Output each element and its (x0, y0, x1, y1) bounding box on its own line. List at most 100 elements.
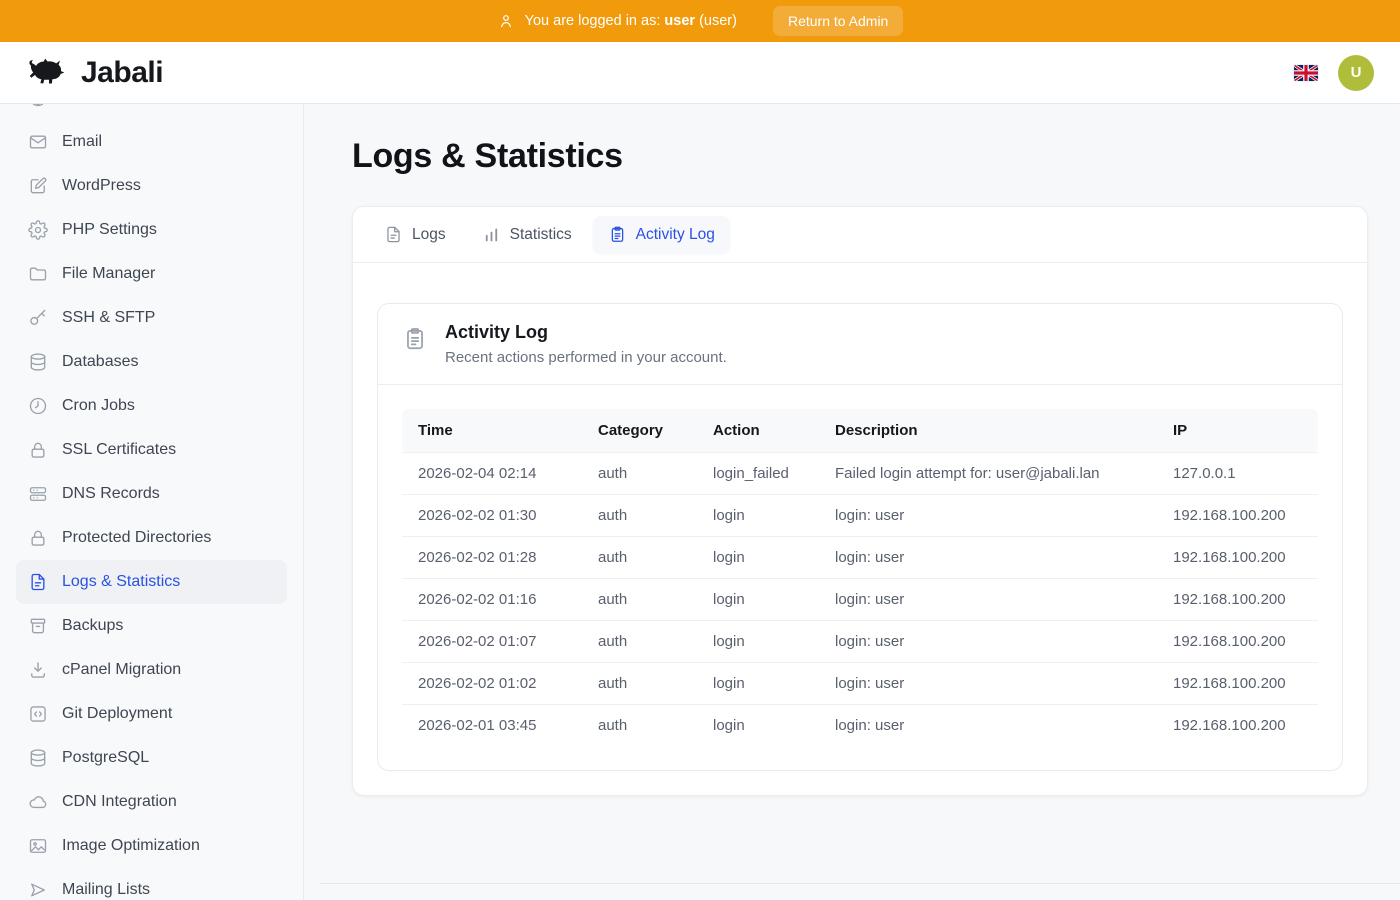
cell-description: login: user (819, 495, 1157, 537)
column-header-description: Description (819, 409, 1157, 453)
gear-icon (28, 220, 48, 240)
sidebar-item-label: PHP Settings (62, 221, 157, 239)
edit-icon (28, 176, 48, 196)
cell-category: auth (582, 495, 697, 537)
cell-action: login (697, 537, 819, 579)
column-header-time: Time (402, 409, 582, 453)
sidebar-item-label: cPanel Migration (62, 661, 181, 679)
cell-category: auth (582, 705, 697, 747)
tab-label: Logs (412, 226, 446, 244)
globe-icon (28, 104, 48, 108)
panel-title: Activity Log (445, 322, 727, 343)
sidebar-item-label: DNS Records (62, 485, 160, 503)
login-role: (user) (699, 13, 737, 29)
cell-description: login: user (819, 705, 1157, 747)
cell-category: auth (582, 621, 697, 663)
logs-card: LogsStatisticsActivity Log Activity Log … (352, 206, 1368, 796)
brand[interactable]: Jabali (26, 56, 163, 90)
code-icon (28, 704, 48, 724)
sidebar-item-protected-directories[interactable]: Protected Directories (16, 516, 287, 560)
clock-icon (28, 396, 48, 416)
cell-category: auth (582, 453, 697, 495)
database-icon (28, 748, 48, 768)
file-text-icon (28, 572, 48, 592)
cell-time: 2026-02-02 01:28 (402, 537, 582, 579)
server-icon (28, 484, 48, 504)
key-icon (28, 308, 48, 328)
cell-description: login: user (819, 621, 1157, 663)
tab-logs[interactable]: Logs (369, 216, 461, 253)
sidebar-item-wordpress[interactable]: WordPress (16, 164, 287, 208)
cell-time: 2026-02-02 01:07 (402, 621, 582, 663)
sidebar-item-cron-jobs[interactable]: Cron Jobs (16, 384, 287, 428)
cloud-icon (28, 792, 48, 812)
panel-subtitle: Recent actions performed in your account… (445, 349, 727, 366)
cell-description: login: user (819, 537, 1157, 579)
login-message: You are logged in as: user (user) (525, 13, 737, 29)
tab-activity-log[interactable]: Activity Log (593, 216, 730, 253)
column-header-action: Action (697, 409, 819, 453)
sidebar-item-cdn-integration[interactable]: CDN Integration (16, 780, 287, 824)
sidebar-item-label: CDN Integration (62, 793, 177, 811)
sidebar-item-dns-records[interactable]: DNS Records (16, 472, 287, 516)
sidebar-item-backups[interactable]: Backups (16, 604, 287, 648)
cell-ip: 192.168.100.200 (1157, 663, 1318, 705)
bar-chart-icon (482, 225, 501, 244)
cell-ip: 192.168.100.200 (1157, 579, 1318, 621)
boar-logo-icon (26, 56, 72, 90)
cell-category: auth (582, 579, 697, 621)
sidebar-item-logs-statistics[interactable]: Logs & Statistics (16, 560, 287, 604)
column-header-ip: IP (1157, 409, 1318, 453)
sidebar-item-mailing-lists[interactable]: Mailing Lists (16, 868, 287, 900)
sidebar-item-git-deployment[interactable]: Git Deployment (16, 692, 287, 736)
cell-action: login (697, 621, 819, 663)
sidebar-item-ssh-sftp[interactable]: SSH & SFTP (16, 296, 287, 340)
brand-name: Jabali (81, 56, 163, 90)
cell-time: 2026-02-02 01:30 (402, 495, 582, 537)
cell-action: login (697, 663, 819, 705)
cell-action: login (697, 705, 819, 747)
table-row: 2026-02-02 01:16authloginlogin: user192.… (402, 579, 1318, 621)
sidebar-item-databases[interactable]: Databases (16, 340, 287, 384)
tab-bar: Logs StatisticsActivity Log (353, 207, 1367, 263)
sidebar-item-cpanel-migration[interactable]: cPanel Migration (16, 648, 287, 692)
sidebar-item-php-settings[interactable]: PHP Settings (16, 208, 287, 252)
download-icon (28, 660, 48, 680)
sidebar-item-label: Image Optimization (62, 837, 200, 855)
cell-description: login: user (819, 579, 1157, 621)
sidebar-item-ssl-certificates[interactable]: SSL Certificates (16, 428, 287, 472)
sidebar-item-email[interactable]: Email (16, 120, 287, 164)
database-icon (28, 352, 48, 372)
cell-time: 2026-02-02 01:02 (402, 663, 582, 705)
language-flag-icon[interactable] (1294, 65, 1318, 81)
user-avatar[interactable]: U (1338, 55, 1374, 91)
sidebar-item-image-optimization[interactable]: Image Optimization (16, 824, 287, 868)
cell-description: Failed login attempt for: user@jabali.la… (819, 453, 1157, 495)
archive-icon (28, 616, 48, 636)
activity-log-table: TimeCategoryActionDescriptionIP 2026-02-… (402, 409, 1318, 746)
sidebar-item-label: File Manager (62, 265, 155, 283)
activity-log-panel: Activity Log Recent actions performed in… (377, 303, 1343, 771)
main-content: Logs & Statistics LogsStatisticsActivity… (304, 104, 1400, 900)
cell-ip: 192.168.100.200 (1157, 537, 1318, 579)
table-row: 2026-02-02 01:07authloginlogin: user192.… (402, 621, 1318, 663)
cell-description: login: user (819, 663, 1157, 705)
sidebar-item-label: SSL Certificates (62, 441, 176, 459)
user-icon (497, 12, 515, 30)
tab-statistics[interactable]: Statistics (467, 216, 587, 253)
sidebar-item-postgresql[interactable]: PostgreSQL (16, 736, 287, 780)
sidebar-item-label: SSH & SFTP (62, 309, 155, 327)
sidebar-item-label: Cron Jobs (62, 397, 135, 415)
return-to-admin-button[interactable]: Return to Admin (773, 6, 903, 36)
cell-time: 2026-02-04 02:14 (402, 453, 582, 495)
footer-divider (320, 883, 1400, 884)
sidebar-item-label: PostgreSQL (62, 749, 149, 767)
table-row: 2026-02-02 01:02authloginlogin: user192.… (402, 663, 1318, 705)
sidebar-item-partial-top[interactable] (16, 104, 287, 120)
image-icon (28, 836, 48, 856)
folder-icon (28, 264, 48, 284)
sidebar-item-file-manager[interactable]: File Manager (16, 252, 287, 296)
sidebar-item-label: Logs & Statistics (62, 573, 180, 591)
login-username: user (664, 13, 695, 29)
file-text-icon (384, 225, 403, 244)
